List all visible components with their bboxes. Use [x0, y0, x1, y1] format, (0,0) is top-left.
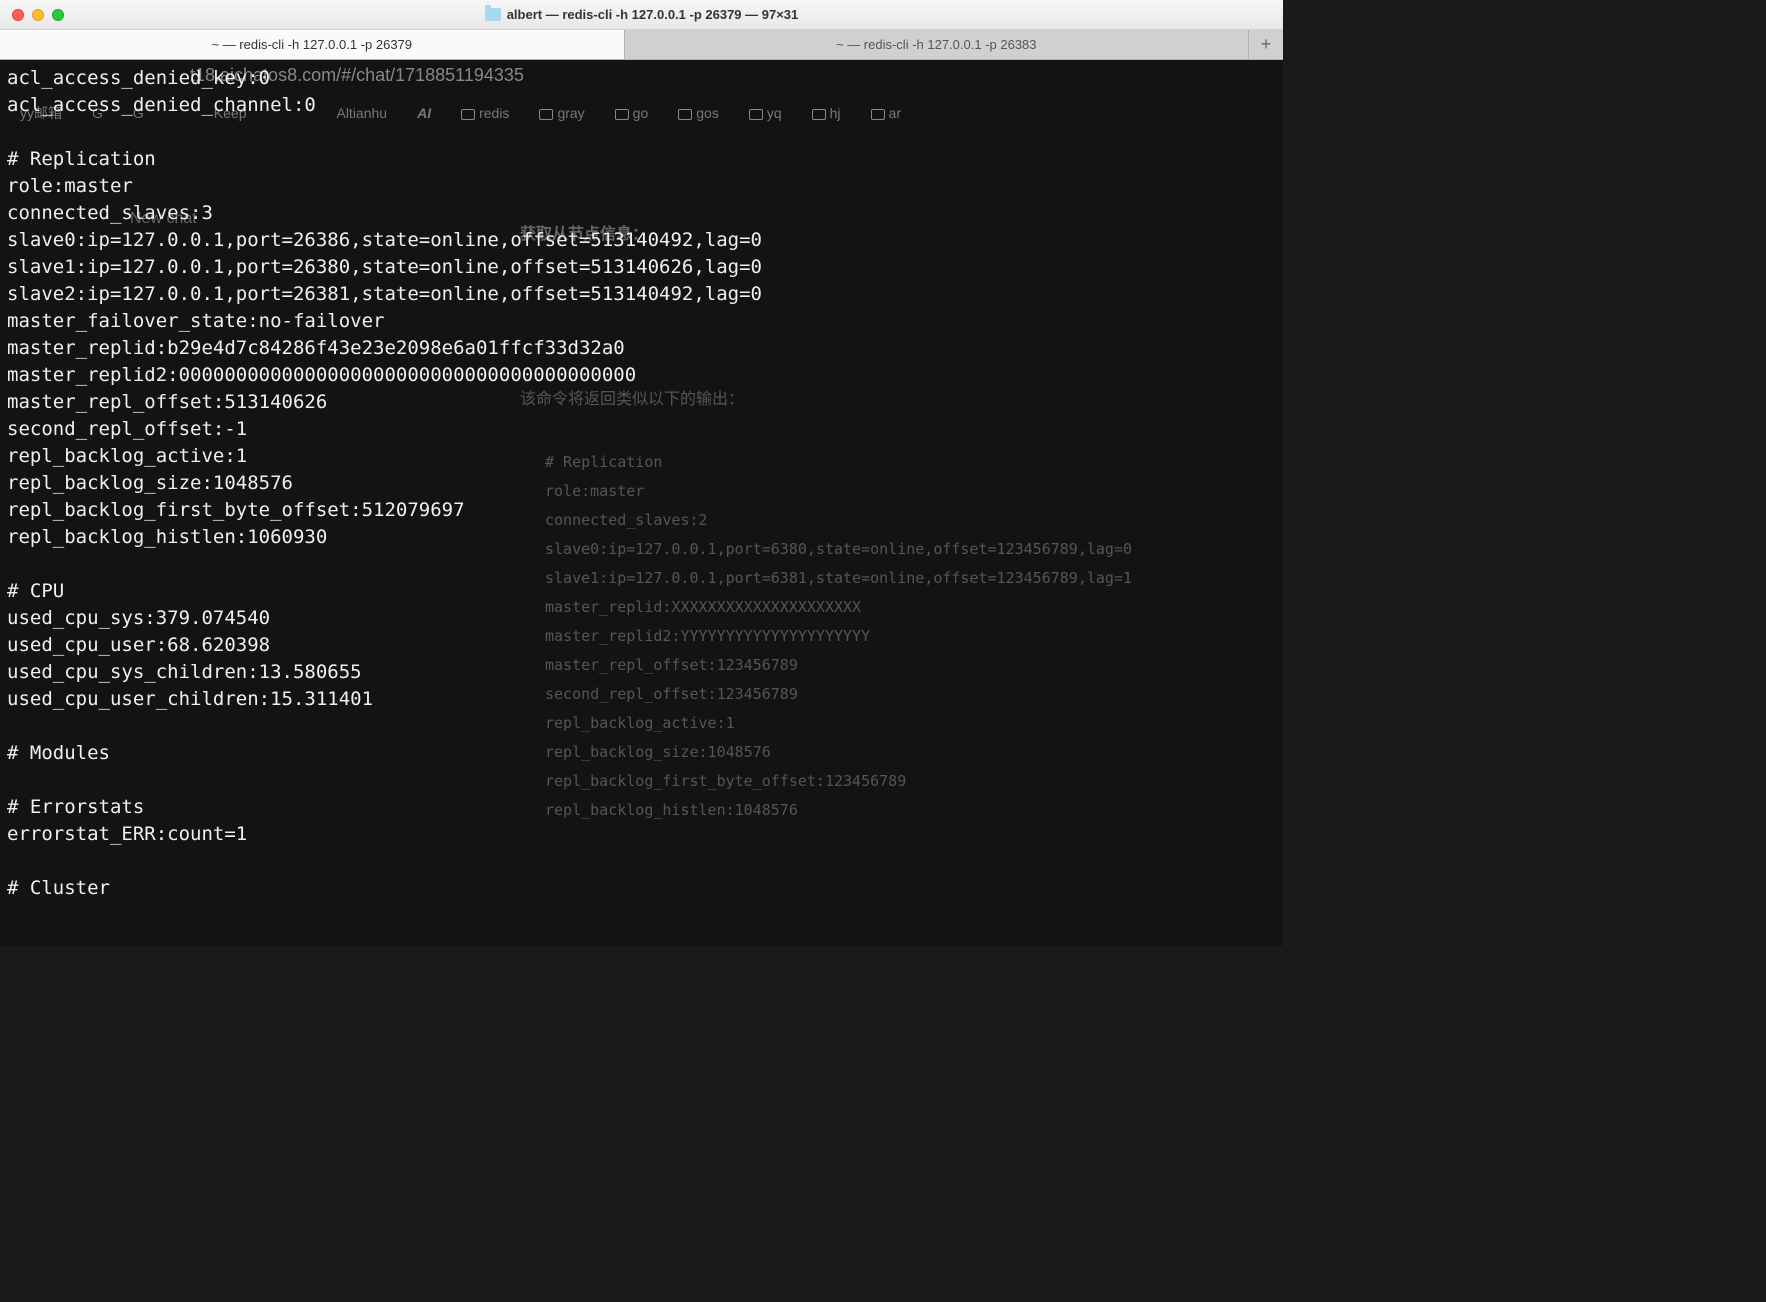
- terminal-viewport[interactable]: t18.aichatos8.com/#/chat/1718851194335 y…: [0, 60, 1283, 946]
- window-titlebar[interactable]: albert — redis-cli -h 127.0.0.1 -p 26379…: [0, 0, 1283, 30]
- window-title-area: albert — redis-cli -h 127.0.0.1 -p 26379…: [0, 7, 1283, 22]
- maximize-button[interactable]: [52, 9, 64, 21]
- tab-inactive[interactable]: ~ — redis-cli -h 127.0.0.1 -p 26383: [625, 30, 1250, 59]
- tab-active[interactable]: ~ — redis-cli -h 127.0.0.1 -p 26379: [0, 30, 625, 59]
- minimize-button[interactable]: [32, 9, 44, 21]
- window-title: albert — redis-cli -h 127.0.0.1 -p 26379…: [507, 7, 799, 22]
- tab-active-label: ~ — redis-cli -h 127.0.0.1 -p 26379: [211, 37, 412, 52]
- traffic-lights: [0, 9, 64, 21]
- close-button[interactable]: [12, 9, 24, 21]
- tab-bar: ~ — redis-cli -h 127.0.0.1 -p 26379 ~ — …: [0, 30, 1283, 60]
- plus-icon: +: [1261, 34, 1272, 55]
- new-tab-button[interactable]: +: [1249, 30, 1283, 59]
- tab-inactive-label: ~ — redis-cli -h 127.0.0.1 -p 26383: [836, 37, 1037, 52]
- folder-icon: [485, 8, 501, 21]
- terminal-output: acl_access_denied_key:0 acl_access_denie…: [0, 60, 1283, 907]
